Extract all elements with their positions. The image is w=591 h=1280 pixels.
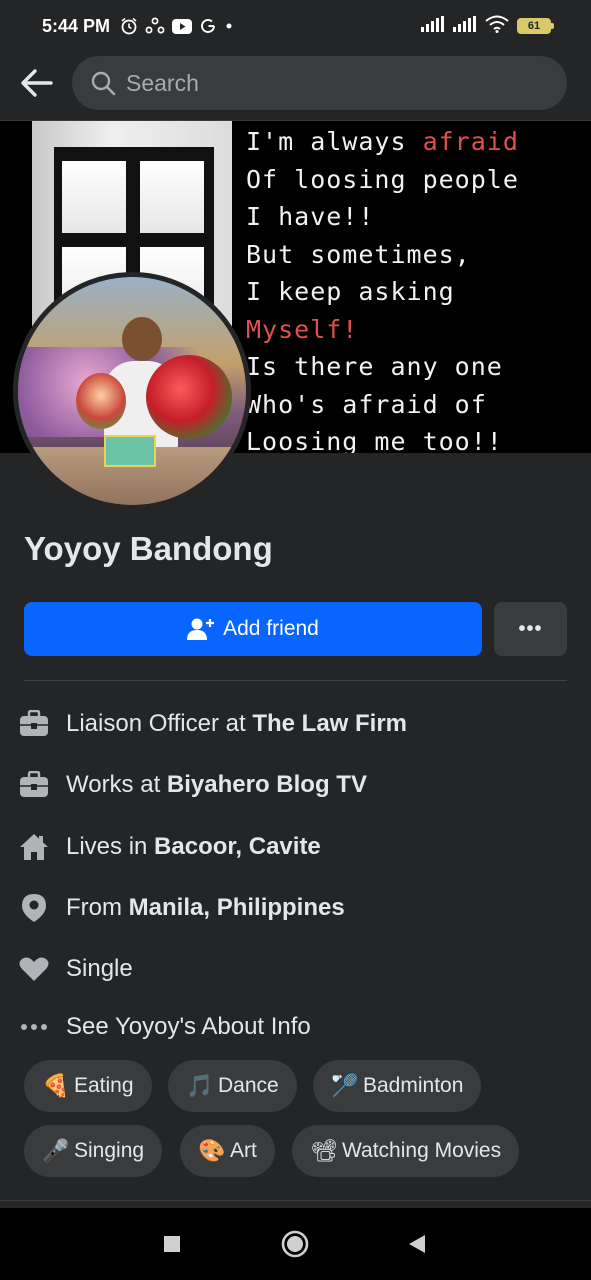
info-row-lives-in: Lives in Bacoor, Cavite [18,829,578,865]
info-row-work-1: Liaison Officer at The Law Firm [18,706,578,742]
cover-quote-line: Who's afraid of [246,389,487,419]
cover-quote-text: I'm always afraid Of loosing people I have… [246,123,591,453]
battery-icon: 61 [517,18,554,34]
signal-icon [421,15,445,37]
youtube-icon [172,18,193,34]
pizza-icon: 🍕 [42,1073,70,1098]
see-about-info-label: See Yoyoy's About Info [66,1013,311,1040]
top-bar [0,52,591,114]
info-row-relationship: Single [18,951,578,987]
alarm-icon [120,17,138,35]
home-icon [18,831,50,863]
profile-name: Yoyoy Bandong [24,530,273,567]
info-row-work-2: Works at Biyahero Blog TV [18,767,578,803]
system-nav-bar [0,1208,591,1280]
info-highlight[interactable]: Biyahero Blog TV [167,771,367,798]
home-button[interactable] [279,1228,311,1260]
info-highlight[interactable]: Manila, Philippines [129,894,345,921]
more-options-button[interactable]: ••• [494,602,567,656]
recents-button[interactable] [156,1228,188,1260]
interest-chip-eating[interactable]: 🍕 Eating [24,1060,152,1112]
palette-icon: 🎨 [198,1138,226,1163]
messenger-icon [145,17,165,35]
film-projector-icon: 📽 [310,1138,338,1163]
search-icon [91,71,116,96]
search-input[interactable] [126,69,506,97]
home-circle-icon [281,1230,309,1258]
briefcase-icon [18,769,50,801]
location-pin-icon [18,892,50,924]
music-note-icon: 🎵 [186,1073,214,1098]
back-button[interactable] [18,65,54,101]
interest-chip-dance[interactable]: 🎵 Dance [168,1060,297,1112]
section-divider [24,680,567,681]
add-friend-label: Add friend [223,617,319,640]
status-system-icons: 61 [421,15,554,38]
microphone-icon: 🎤 [42,1138,70,1163]
interest-chip-art[interactable]: 🎨 Art [180,1125,275,1177]
cover-quote-line: Is there any one [246,352,503,381]
google-icon [199,17,217,35]
add-friend-icon [187,618,215,640]
info-text: Lives in [66,833,155,860]
add-friend-button[interactable]: Add friend [24,602,482,656]
more-dots-icon [18,1011,50,1043]
status-bar: 5:44 PM 61 [0,0,591,52]
search-bar[interactable] [72,56,567,110]
info-text: Liaison Officer at [66,710,253,737]
badminton-icon: 🏸 [331,1073,359,1098]
heart-icon [18,953,50,985]
cover-quote-line: Loosing me too!! [246,427,503,453]
info-text: Single [66,955,133,982]
briefcase-icon [18,708,50,740]
info-text: From [66,894,129,921]
cover-quote-line: I'm always afraid [246,127,519,156]
info-text: Works at [66,771,167,798]
bottom-divider [0,1200,591,1201]
interest-chip-singing[interactable]: 🎤 Singing [24,1125,163,1177]
cover-quote-line: I have!! [246,202,375,231]
triangle-back-icon [409,1235,425,1253]
back-nav-button[interactable] [401,1228,433,1260]
dot-icon [224,21,234,31]
cover-quote-line: But sometimes, [246,239,471,269]
square-icon [164,1236,180,1252]
profile-avatar[interactable] [13,272,251,510]
see-about-info-link[interactable]: See Yoyoy's About Info [18,1009,578,1045]
interest-chip-badminton[interactable]: 🏸 Badminton [313,1060,482,1112]
wifi-icon [485,15,509,38]
back-arrow-icon [21,69,53,97]
cover-quote-line: Myself! [246,314,359,344]
cover-quote-line: I keep asking [246,277,455,306]
cover-quote-line: Of loosing people [246,164,519,194]
info-highlight[interactable]: The Law Firm [252,710,407,737]
info-highlight[interactable]: Bacoor, Cavite [154,833,321,860]
status-time: 5:44 PM [42,15,111,36]
status-notification-icons [120,17,234,35]
interest-chip-watching-movies[interactable]: 📽 Watching Movies [292,1125,520,1177]
info-row-from: From Manila, Philippines [18,890,578,926]
signal-icon-2 [453,15,477,37]
